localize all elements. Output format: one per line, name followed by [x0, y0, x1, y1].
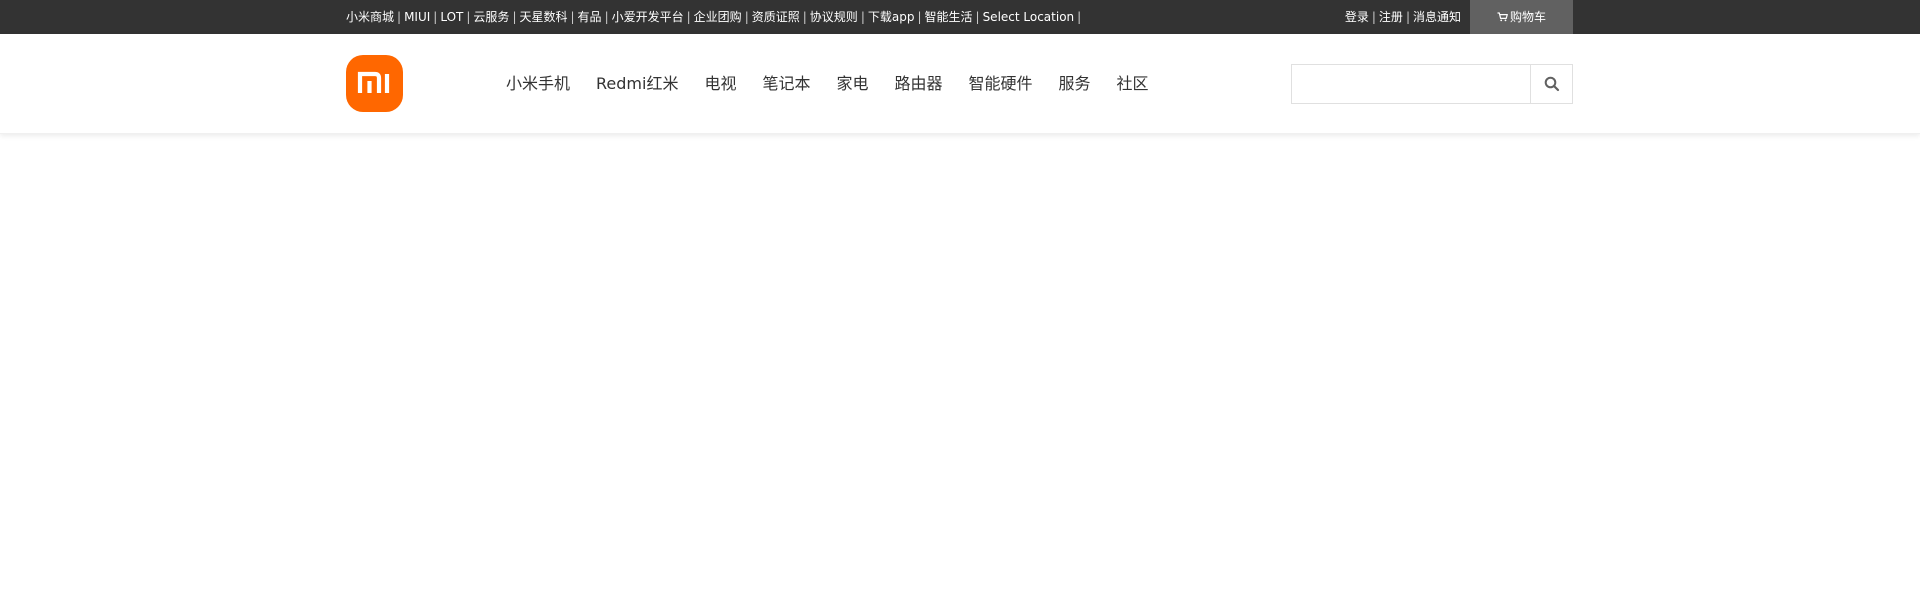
nav-item-tv[interactable]: 电视 [704, 34, 736, 133]
separator: | [466, 10, 471, 24]
cart-label: 购物车 [1509, 10, 1546, 24]
site-link-enterprise[interactable]: 企业团购 [694, 10, 742, 24]
mi-logo-icon [357, 71, 390, 93]
site-link-download-app[interactable]: 下载app [868, 10, 915, 24]
separator: | [860, 10, 865, 24]
separator: | [570, 10, 575, 24]
site-link-select-location[interactable]: Select Location [983, 10, 1075, 24]
main-header-inner: 小米手机 Redmi红米 电视 笔记本 家电 路由器 智能硬件 服务 社区 [346, 34, 1573, 133]
nav-item-appliances[interactable]: 家电 [836, 34, 868, 133]
site-link-rules[interactable]: 协议规则 [810, 10, 858, 24]
login-link[interactable]: 登录 [1345, 10, 1369, 24]
top-bar-inner: 小米商城 | MIUI | LOT | 云服务 | 天星数科 | 有品 | 小爱开发平台 | 企业团购 | 资质… [346, 0, 1573, 34]
separator: | [802, 10, 807, 24]
separator: | [604, 10, 609, 24]
separator: | [744, 10, 749, 24]
site-link-lot[interactable]: LOT [440, 10, 463, 24]
site-link-licenses[interactable]: 资质证照 [752, 10, 800, 24]
nav-item-redmi[interactable]: Redmi红米 [596, 34, 678, 133]
site-link-smart-life[interactable]: 智能生活 [925, 10, 973, 24]
site-link-miui[interactable]: MIUI [404, 10, 430, 24]
register-link[interactable]: 注册 [1379, 10, 1403, 24]
site-link-cloud[interactable]: 云服务 [473, 10, 509, 24]
nav-item-routers[interactable]: 路由器 [895, 34, 943, 133]
search-button[interactable] [1530, 65, 1572, 103]
nav-item-phones[interactable]: 小米手机 [506, 34, 570, 133]
separator: | [1077, 10, 1082, 24]
mi-logo[interactable] [346, 55, 403, 112]
separator: | [512, 10, 517, 24]
separator: | [1405, 10, 1410, 24]
top-bar: 小米商城 | MIUI | LOT | 云服务 | 天星数科 | 有品 | 小爱开发平台 | 企业团购 | 资质… [0, 0, 1920, 34]
site-link-xiaoai[interactable]: 小爱开发平台 [612, 10, 684, 24]
site-link-tianxing[interactable]: 天星数科 [519, 10, 567, 24]
site-link-mi-store[interactable]: 小米商城 [346, 10, 394, 24]
cart-button[interactable]: 购物车 [1470, 0, 1573, 34]
notifications-link[interactable]: 消息通知 [1413, 10, 1461, 24]
search-icon [1544, 76, 1560, 92]
cart-icon [1497, 1, 1508, 35]
separator: | [917, 10, 922, 24]
nav-item-community[interactable]: 社区 [1117, 34, 1149, 133]
nav-item-services[interactable]: 服务 [1059, 34, 1091, 133]
separator: | [1371, 10, 1376, 24]
search-input[interactable] [1292, 65, 1531, 103]
nav-item-smart-hardware[interactable]: 智能硬件 [969, 34, 1033, 133]
search-box [1291, 64, 1573, 104]
main-nav: 小米手机 Redmi红米 电视 笔记本 家电 路由器 智能硬件 服务 社区 [506, 34, 1149, 133]
nav-item-laptops[interactable]: 笔记本 [762, 34, 810, 133]
separator: | [975, 10, 980, 24]
separator: | [686, 10, 691, 24]
user-links: 登录 | 注册 | 消息通知 [1345, 0, 1461, 34]
separator: | [397, 10, 402, 24]
site-link-youpin[interactable]: 有品 [578, 10, 602, 24]
site-links: 小米商城 | MIUI | LOT | 云服务 | 天星数科 | 有品 | 小爱开发平台 | 企业团购 | 资质… [346, 0, 1084, 34]
main-header: 小米手机 Redmi红米 电视 笔记本 家电 路由器 智能硬件 服务 社区 [0, 34, 1920, 134]
separator: | [433, 10, 438, 24]
